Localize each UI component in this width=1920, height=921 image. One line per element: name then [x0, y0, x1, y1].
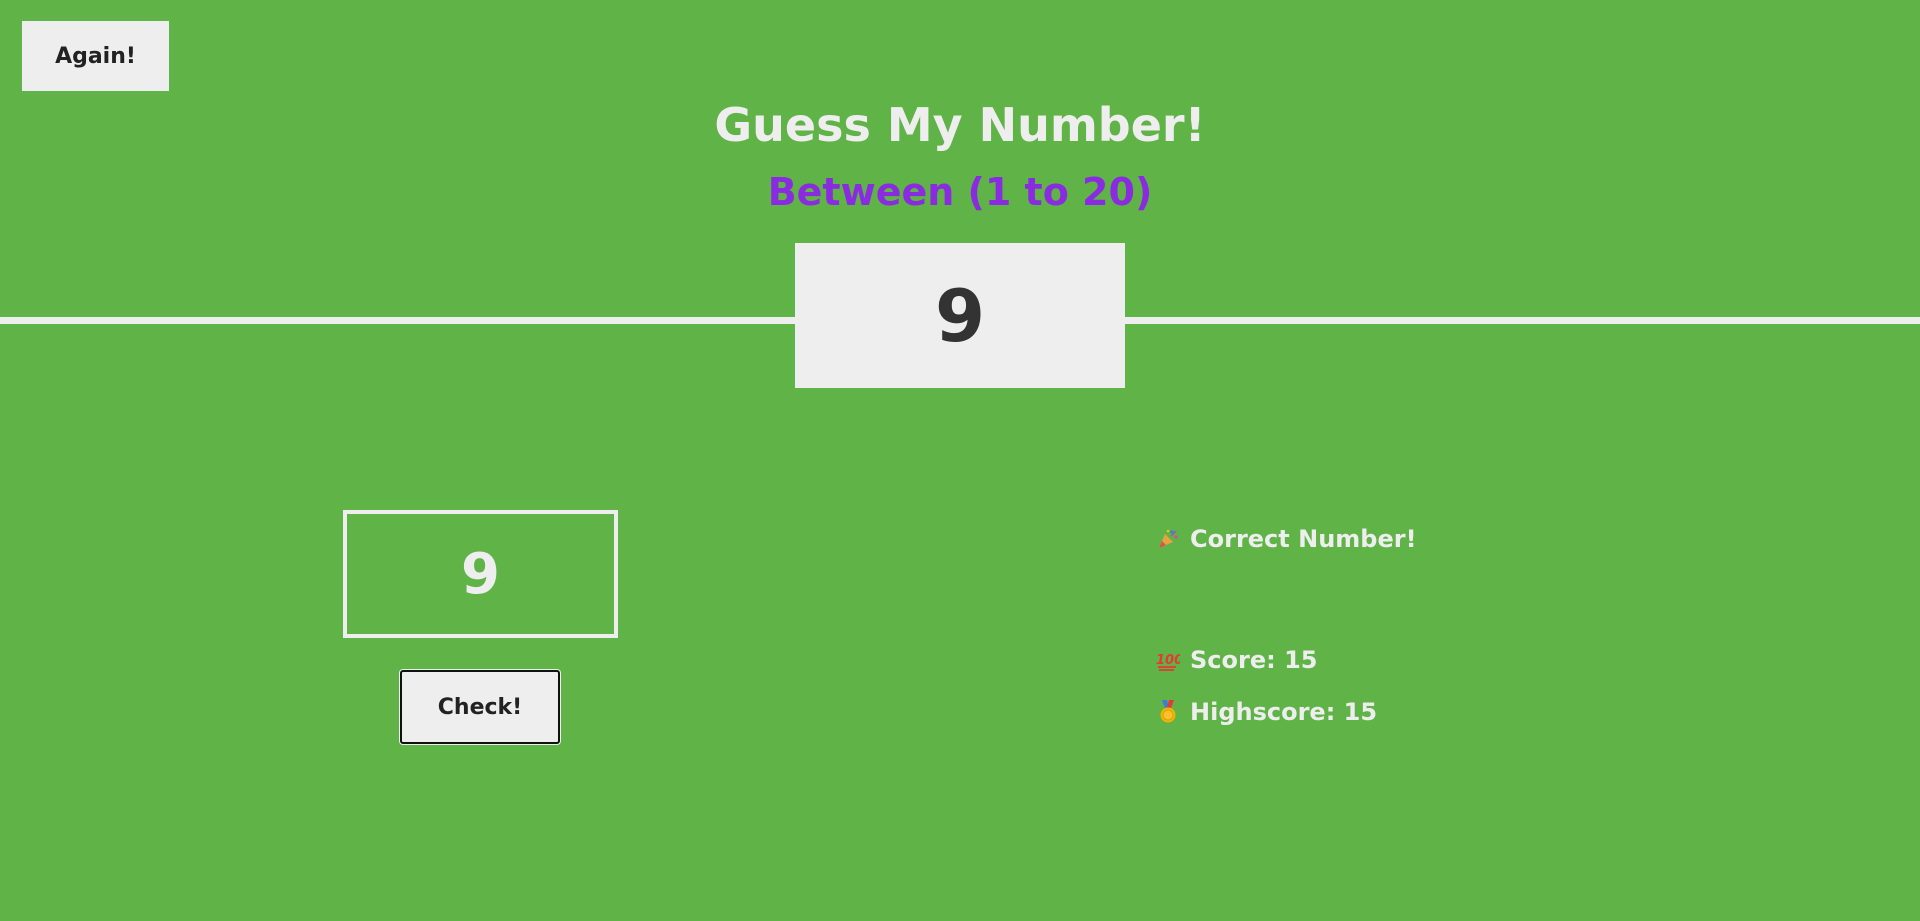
svg-text:100: 100 — [1156, 653, 1180, 668]
hundred-points-icon: 100 — [1156, 648, 1180, 672]
again-button[interactable]: Again! — [22, 21, 169, 91]
highscore-text: Highscore: 15 — [1190, 698, 1378, 726]
party-popper-icon — [1156, 527, 1180, 551]
score-line: 100 Score: 15 — [1156, 646, 1317, 674]
page-title: Guess My Number! — [714, 98, 1206, 152]
range-subtitle: Between (1 to 20) — [767, 170, 1153, 214]
check-button[interactable]: Check! — [400, 670, 560, 744]
medal-icon — [1156, 700, 1180, 724]
secret-number-box: 9 — [795, 243, 1125, 388]
score-text: Score: 15 — [1190, 646, 1318, 674]
status-message: Correct Number! — [1156, 525, 1417, 553]
guess-input[interactable] — [343, 510, 618, 638]
highscore-line: Highscore: 15 — [1156, 698, 1377, 726]
status-message-text: Correct Number! — [1190, 525, 1417, 553]
